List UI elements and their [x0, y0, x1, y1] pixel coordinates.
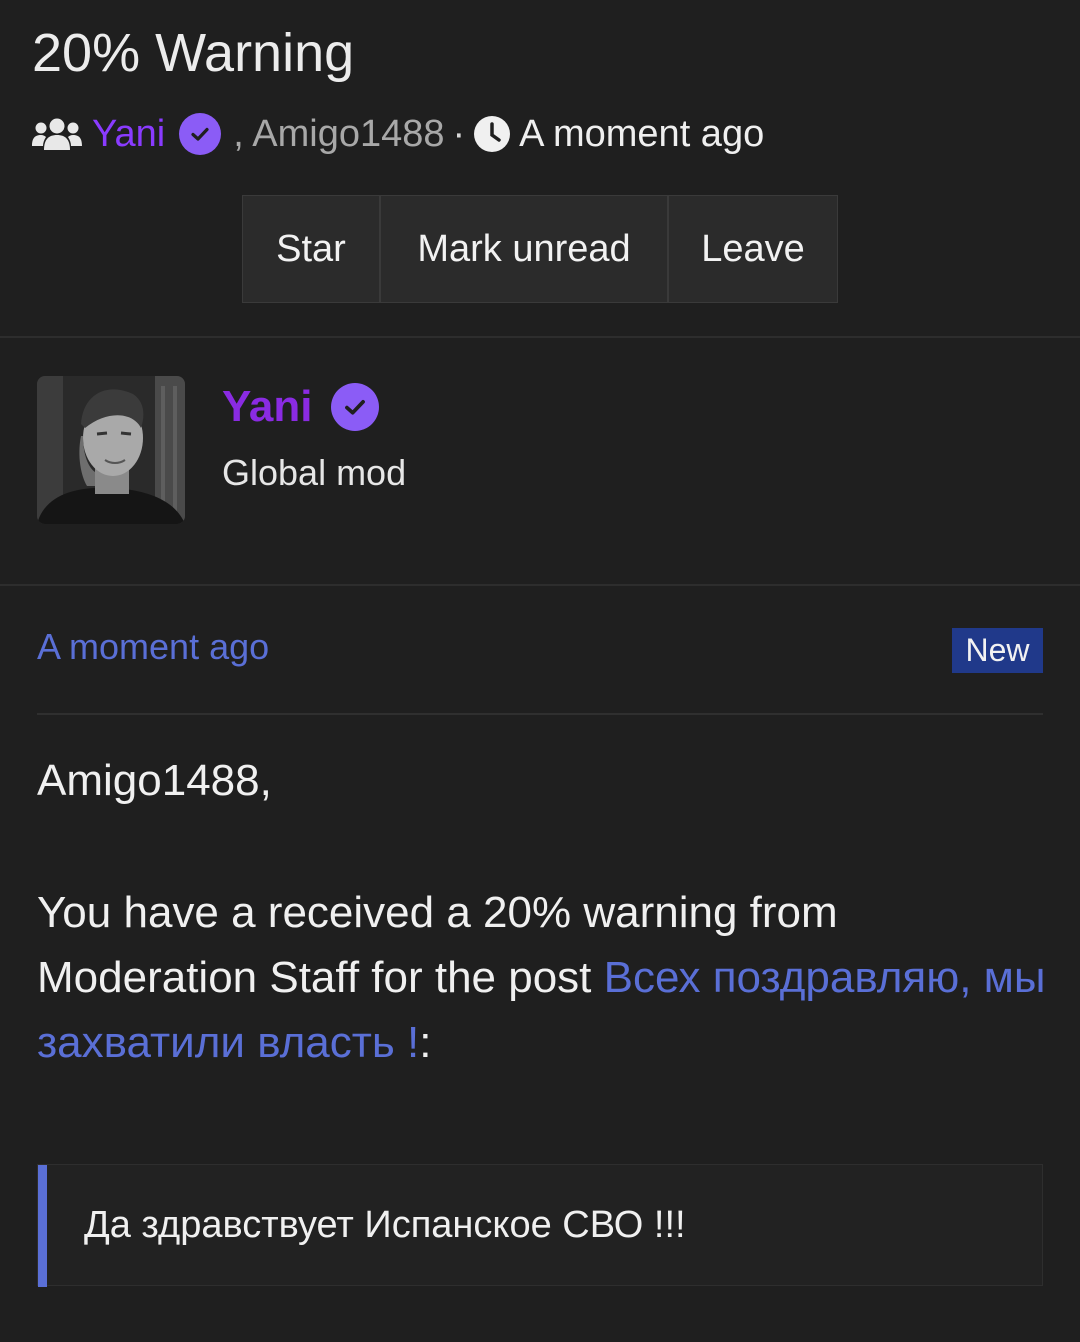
conversation-title: 20% Warning — [32, 23, 355, 83]
star-button[interactable]: Star — [242, 195, 380, 303]
message-body-suffix: : — [419, 1018, 432, 1067]
verified-check-icon — [330, 383, 379, 431]
users-icon — [32, 118, 82, 150]
divider — [0, 336, 1080, 338]
message-body: You have a received a 20% warning from M… — [37, 880, 1047, 1075]
post-author-name[interactable]: Yani — [222, 382, 313, 432]
conversation-page: 20% Warning Yani , Amigo1488 · A moment … — [0, 0, 1080, 1342]
meta-separator: · — [452, 112, 466, 155]
leave-button[interactable]: Leave — [668, 195, 838, 303]
conversation-time: A moment ago — [519, 112, 765, 155]
participant-list: , Amigo1488 — [233, 112, 445, 155]
clock-icon — [474, 116, 511, 152]
avatar[interactable] — [37, 376, 185, 524]
post-timestamp-link[interactable]: A moment ago — [37, 626, 269, 668]
new-badge: New — [952, 628, 1043, 673]
conversation-meta: Yani , Amigo1488 · A moment ago — [32, 108, 764, 160]
conversation-actions: Star Mark unread Leave — [242, 195, 838, 305]
mark-unread-button[interactable]: Mark unread — [380, 195, 668, 303]
participant-author-link[interactable]: Yani — [92, 113, 165, 156]
author-role: Global mod — [222, 452, 407, 493]
verified-check-icon — [179, 113, 222, 155]
message-greeting: Amigo1488, — [37, 756, 272, 805]
post-author: Yani — [222, 380, 379, 434]
divider — [37, 713, 1043, 715]
quote-text: Да здравствует Испанское СВО !!! — [84, 1203, 686, 1246]
quote-block: Да здравствует Испанское СВО !!! — [37, 1164, 1043, 1287]
quote-bar — [38, 1165, 47, 1287]
divider — [0, 584, 1080, 586]
